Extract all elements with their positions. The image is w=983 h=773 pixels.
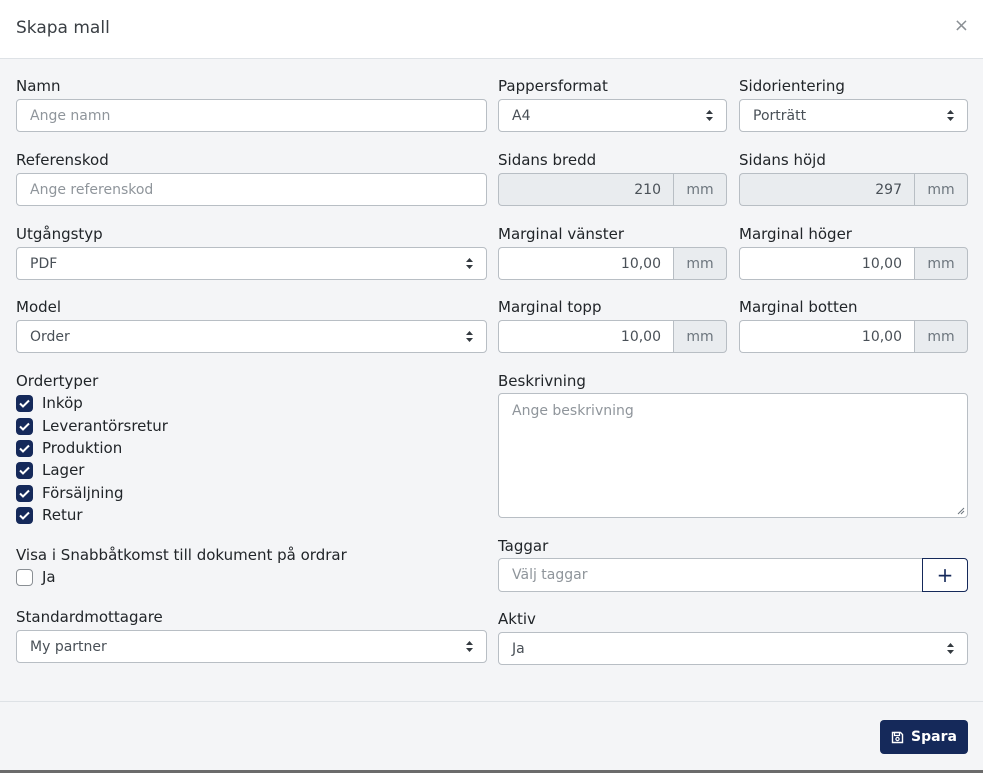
- page-height-unit: mm: [914, 173, 968, 206]
- dialog-header: Skapa mall ×: [0, 0, 983, 59]
- select-caret-icon: [466, 331, 473, 342]
- margin-left-label: Marginal vänster: [498, 225, 625, 243]
- order-type-forsaljning-checkbox[interactable]: Försäljning: [16, 483, 123, 503]
- output-type-label: Utgångstyp: [16, 225, 103, 243]
- default-recipient-select[interactable]: My partner: [16, 630, 487, 663]
- margin-top-label: Marginal topp: [498, 298, 602, 316]
- quick-access-checkbox[interactable]: Ja: [16, 567, 56, 587]
- check-icon: [19, 511, 30, 520]
- checkbox-checked[interactable]: [16, 506, 33, 524]
- page-height-label: Sidans höjd: [739, 151, 826, 169]
- checkbox-label: Försäljning: [42, 484, 124, 502]
- paper-format-select[interactable]: A4: [498, 99, 727, 132]
- quick-access-label: Visa i Snabbåtkomst till dokument på ord…: [16, 546, 347, 564]
- close-icon[interactable]: ×: [954, 16, 969, 36]
- select-caret-icon: [947, 643, 954, 654]
- check-icon: [19, 466, 30, 475]
- active-label: Aktiv: [498, 610, 536, 628]
- output-type-value: PDF: [30, 255, 58, 272]
- paper-format-value: A4: [512, 107, 531, 124]
- active-value: Ja: [512, 640, 525, 657]
- tags-label: Taggar: [498, 537, 549, 555]
- margin-right-unit: mm: [914, 247, 968, 280]
- page-width-input: 210: [498, 173, 674, 206]
- order-type-lager-checkbox[interactable]: Lager: [16, 460, 84, 480]
- checkbox-label: Produktion: [42, 439, 123, 457]
- checkbox-checked[interactable]: [16, 484, 33, 502]
- order-type-produktion-checkbox[interactable]: Produktion: [16, 438, 122, 458]
- checkbox-label: Retur: [42, 506, 83, 524]
- margin-bottom-input[interactable]: 10,00: [739, 320, 915, 353]
- description-label: Beskrivning: [498, 372, 586, 390]
- save-button[interactable]: Spara: [880, 720, 968, 754]
- description-placeholder: Ange beskrivning: [512, 403, 634, 419]
- margin-top-unit: mm: [673, 320, 727, 353]
- default-recipient-value: My partner: [30, 638, 107, 655]
- checkbox-label: Lager: [42, 461, 85, 479]
- dialog-footer: Spara: [0, 701, 983, 770]
- reference-input[interactable]: Ange referenskod: [16, 173, 487, 206]
- active-select[interactable]: Ja: [498, 632, 968, 665]
- select-caret-icon: [466, 641, 473, 652]
- margin-left-unit: mm: [673, 247, 727, 280]
- orientation-label: Sidorientering: [739, 77, 845, 95]
- orientation-select[interactable]: Porträtt: [739, 99, 968, 132]
- add-tag-button[interactable]: +: [922, 558, 968, 592]
- checkbox-checked[interactable]: [16, 394, 33, 412]
- order-type-inkop-checkbox[interactable]: Inköp: [16, 393, 83, 413]
- margin-bottom-label: Marginal botten: [739, 298, 858, 316]
- check-icon: [19, 444, 30, 453]
- plus-icon: +: [936, 563, 954, 587]
- order-type-leverantorsretur-checkbox[interactable]: Leverantörsretur: [16, 416, 168, 436]
- margin-left-input[interactable]: 10,00: [498, 247, 674, 280]
- margin-right-label: Marginal höger: [739, 225, 852, 243]
- checkbox-checked[interactable]: [16, 461, 33, 479]
- description-textarea[interactable]: Ange beskrivning: [498, 393, 968, 518]
- save-icon: [891, 731, 904, 743]
- checkbox-checked[interactable]: [16, 439, 33, 457]
- select-caret-icon: [706, 110, 713, 121]
- checkbox-label: Ja: [42, 568, 56, 586]
- checkbox-unchecked[interactable]: [16, 568, 33, 586]
- check-icon: [19, 489, 30, 498]
- paper-format-label: Pappersformat: [498, 77, 608, 95]
- page-height-input: 297: [739, 173, 915, 206]
- name-input[interactable]: Ange namn: [16, 99, 487, 132]
- model-value: Order: [30, 328, 70, 345]
- select-caret-icon: [466, 258, 473, 269]
- page-width-unit: mm: [673, 173, 727, 206]
- model-label: Model: [16, 298, 62, 316]
- margin-top-input[interactable]: 10,00: [498, 320, 674, 353]
- default-recipient-label: Standardmottagare: [16, 608, 163, 626]
- dialog-title: Skapa mall: [16, 18, 110, 38]
- resize-grip-icon[interactable]: [957, 507, 965, 515]
- save-button-label: Spara: [911, 729, 957, 745]
- create-template-dialog: Skapa mall × Namn Ange namn Pappersforma…: [0, 0, 983, 770]
- reference-label: Referenskod: [16, 151, 109, 169]
- order-types-label: Ordertyper: [16, 372, 99, 390]
- margin-right-input[interactable]: 10,00: [739, 247, 915, 280]
- name-label: Namn: [16, 77, 61, 95]
- check-icon: [19, 399, 30, 408]
- output-type-select[interactable]: PDF: [16, 247, 487, 280]
- checkbox-label: Inköp: [42, 394, 83, 412]
- checkbox-label: Leverantörsretur: [42, 417, 168, 435]
- margin-bottom-unit: mm: [914, 320, 968, 353]
- page-width-label: Sidans bredd: [498, 151, 597, 169]
- model-select[interactable]: Order: [16, 320, 487, 353]
- orientation-value: Porträtt: [753, 107, 807, 124]
- check-icon: [19, 422, 30, 431]
- order-type-retur-checkbox[interactable]: Retur: [16, 505, 83, 525]
- tags-input[interactable]: Välj taggar: [498, 558, 923, 592]
- checkbox-checked[interactable]: [16, 417, 33, 435]
- select-caret-icon: [947, 110, 954, 121]
